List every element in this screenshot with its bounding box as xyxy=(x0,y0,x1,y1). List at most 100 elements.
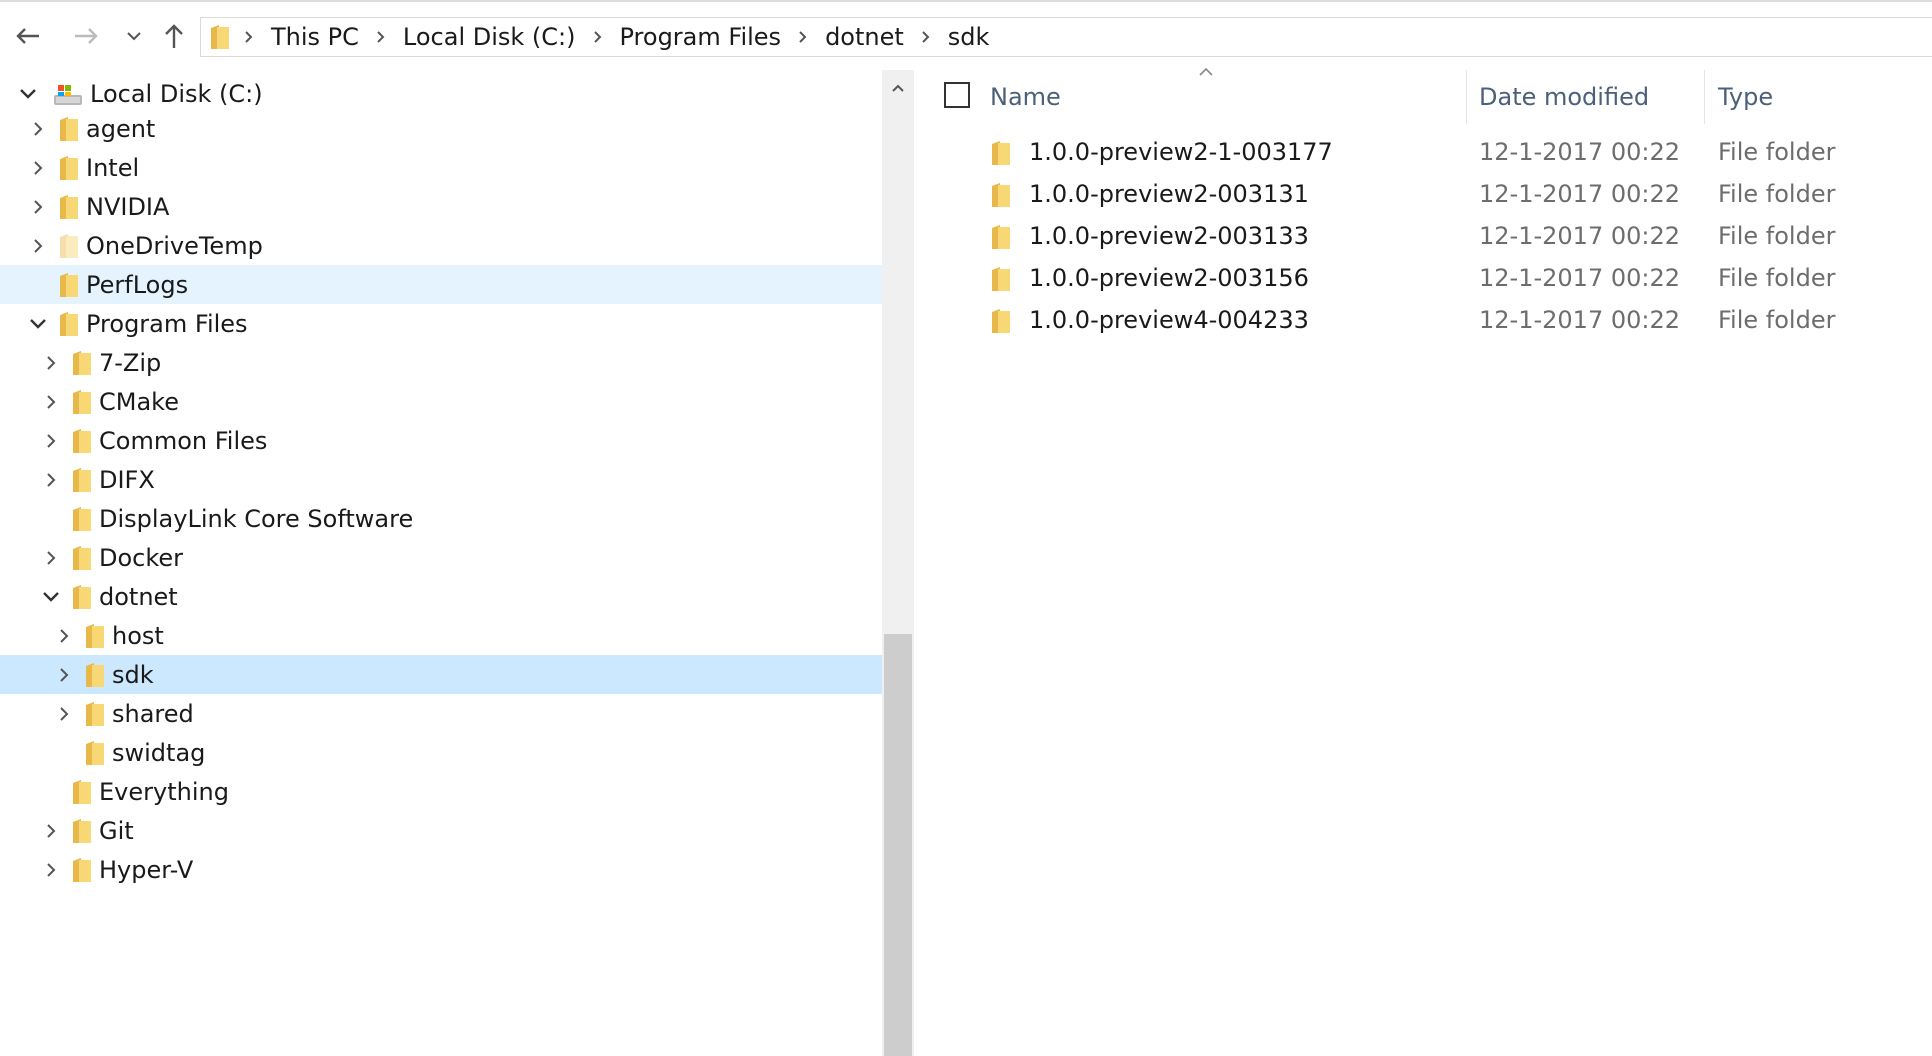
file-date-modified: 12-1-2017 00:22 xyxy=(1479,222,1680,250)
breadcrumb-sdk[interactable]: sdk xyxy=(940,23,998,51)
tree-item-label: NVIDIA xyxy=(86,192,170,221)
drive-icon xyxy=(54,85,82,105)
tree-item[interactable]: dotnet xyxy=(0,577,882,616)
tree-item[interactable]: OneDriveTemp xyxy=(0,226,882,265)
breadcrumb-program-files[interactable]: Program Files xyxy=(612,23,790,51)
chevron-right-icon[interactable] xyxy=(26,156,50,180)
chevron-right-icon[interactable] xyxy=(52,624,76,648)
breadcrumb-separator-icon[interactable] xyxy=(367,17,395,57)
chevron-down-icon[interactable] xyxy=(16,82,40,106)
chevron-right-icon[interactable] xyxy=(39,546,63,570)
file-type: File folder xyxy=(1718,138,1836,166)
chevron-right-icon[interactable] xyxy=(52,663,76,687)
tree-item[interactable]: sdk xyxy=(0,655,882,694)
chevron-up-icon xyxy=(892,84,904,92)
folder-icon xyxy=(73,507,91,531)
breadcrumb-separator-icon[interactable] xyxy=(789,17,817,57)
chevron-right-icon[interactable] xyxy=(39,858,63,882)
tree-item[interactable]: Hyper-V xyxy=(0,850,882,889)
tree-item-label: Hyper-V xyxy=(99,855,194,884)
file-row[interactable]: 1.0.0-preview4-004233 12-1-2017 00:22 File… xyxy=(914,300,1932,342)
sort-ascending-icon xyxy=(1196,64,1216,80)
chevron-right-icon[interactable] xyxy=(39,819,63,843)
tree-item[interactable]: swidtag xyxy=(0,733,882,772)
chevron-right-icon[interactable] xyxy=(52,702,76,726)
breadcrumb-separator-icon[interactable] xyxy=(584,17,612,57)
chevron-down-icon[interactable] xyxy=(39,585,63,609)
folder-icon xyxy=(86,741,104,765)
file-date-modified: 12-1-2017 00:22 xyxy=(1479,264,1680,292)
column-header-name[interactable]: Name xyxy=(990,70,1061,124)
recent-locations-button[interactable] xyxy=(116,18,152,54)
tree-item[interactable]: shared xyxy=(0,694,882,733)
tree-item[interactable]: DisplayLink Core Software xyxy=(0,499,882,538)
tree-item[interactable]: host xyxy=(0,616,882,655)
file-name: 1.0.0-preview2-003133 xyxy=(1029,222,1309,250)
tree-scrollbar[interactable] xyxy=(882,70,914,1056)
select-all-checkbox[interactable] xyxy=(944,82,970,108)
tree-item[interactable]: Program Files xyxy=(0,304,882,343)
chevron-down-icon[interactable] xyxy=(26,312,50,336)
tree-item[interactable]: DIFX xyxy=(0,460,882,499)
arrow-up-icon xyxy=(165,24,183,48)
folder-icon xyxy=(73,858,91,882)
column-divider[interactable] xyxy=(1466,70,1467,124)
tree-item[interactable]: Common Files xyxy=(0,421,882,460)
tree-item-label: CMake xyxy=(99,387,179,416)
folder-icon xyxy=(992,141,1010,165)
folder-icon xyxy=(992,183,1010,207)
chevron-right-icon[interactable] xyxy=(39,390,63,414)
folder-icon xyxy=(211,25,229,49)
tree-item[interactable]: CMake xyxy=(0,382,882,421)
breadcrumb-local-disk[interactable]: Local Disk (C:) xyxy=(395,23,584,51)
tree-item[interactable]: agent xyxy=(0,109,882,148)
address-bar[interactable]: This PC Local Disk (C:) Program Files do… xyxy=(200,17,1932,57)
chevron-right-icon[interactable] xyxy=(26,117,50,141)
file-name: 1.0.0-preview4-004233 xyxy=(1029,306,1309,334)
chevron-right-icon[interactable] xyxy=(26,234,50,258)
navigation-bar: This PC Local Disk (C:) Program Files do… xyxy=(0,0,1932,70)
scroll-thumb[interactable] xyxy=(884,634,912,1056)
back-button[interactable] xyxy=(10,18,46,54)
folder-icon xyxy=(73,468,91,492)
tree-item-label: 7-Zip xyxy=(99,348,162,377)
chevron-right-icon[interactable] xyxy=(39,429,63,453)
tree-item-label: sdk xyxy=(112,660,154,689)
breadcrumb-separator-icon[interactable] xyxy=(235,17,263,57)
tree-item[interactable]: Docker xyxy=(0,538,882,577)
chevron-right-icon[interactable] xyxy=(39,468,63,492)
tree-item-label: PerfLogs xyxy=(86,270,189,299)
file-row[interactable]: 1.0.0-preview2-1-003177 12-1-2017 00:22 Fi… xyxy=(914,132,1932,174)
breadcrumb-separator-icon[interactable] xyxy=(912,17,940,57)
tree-item[interactable]: Git xyxy=(0,811,882,850)
tree-item[interactable]: NVIDIA xyxy=(0,187,882,226)
tree-item[interactable]: PerfLogs xyxy=(0,265,882,304)
tree-item-label: Git xyxy=(99,816,134,845)
tree-item[interactable]: Intel xyxy=(0,148,882,187)
column-divider[interactable] xyxy=(1704,70,1705,124)
forward-button[interactable] xyxy=(68,18,104,54)
file-row[interactable]: 1.0.0-preview2-003156 12-1-2017 00:22 File… xyxy=(914,258,1932,300)
tree-item-label: host xyxy=(112,621,164,650)
tree-item-label: Local Disk (C:) xyxy=(90,80,263,108)
tree-item[interactable]: Everything xyxy=(0,772,882,811)
tree-item-label: shared xyxy=(112,699,194,728)
tree-item-label: agent xyxy=(86,114,156,143)
chevron-right-icon[interactable] xyxy=(26,195,50,219)
scroll-up-button[interactable] xyxy=(882,70,914,106)
folder-icon xyxy=(992,267,1010,291)
chevron-right-icon[interactable] xyxy=(39,351,63,375)
folder-icon xyxy=(60,273,78,297)
file-row[interactable]: 1.0.0-preview2-003133 12-1-2017 00:22 File… xyxy=(914,216,1932,258)
file-type: File folder xyxy=(1718,264,1836,292)
column-header-date-modified[interactable]: Date modified xyxy=(1479,70,1649,124)
tree-item-label: Docker xyxy=(99,543,184,572)
tree-item-label: Everything xyxy=(99,777,229,806)
breadcrumb-this-pc[interactable]: This PC xyxy=(263,23,367,51)
up-button[interactable] xyxy=(156,18,192,54)
breadcrumb-dotnet[interactable]: dotnet xyxy=(817,23,912,51)
folder-icon xyxy=(73,780,91,804)
column-header-type[interactable]: Type xyxy=(1718,70,1773,124)
tree-item[interactable]: 7-Zip xyxy=(0,343,882,382)
file-row[interactable]: 1.0.0-preview2-003131 12-1-2017 00:22 File… xyxy=(914,174,1932,216)
